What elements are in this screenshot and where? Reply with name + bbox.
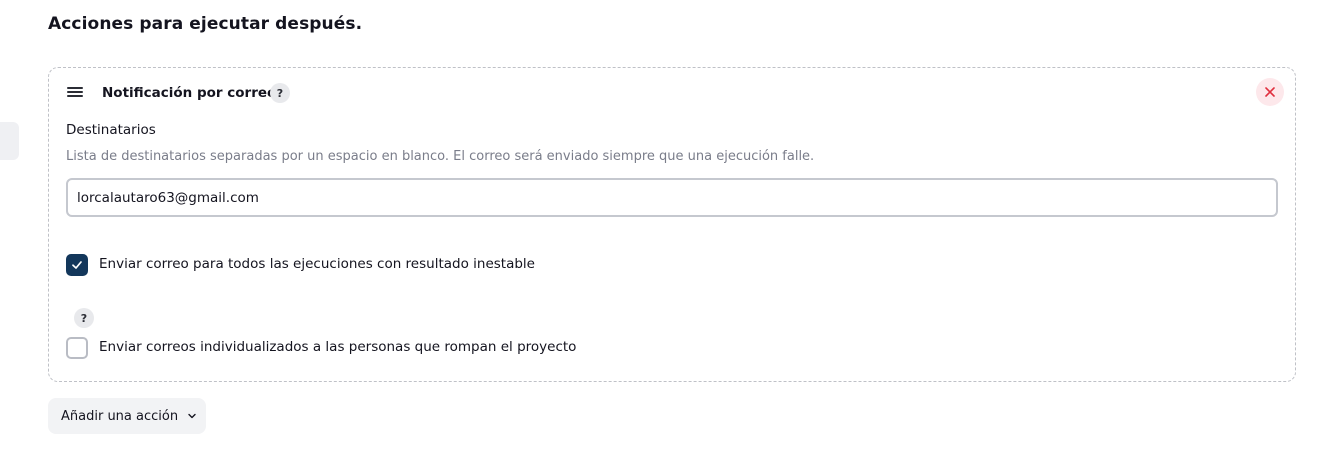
chevron-down-icon [188, 413, 196, 419]
section-title: Acciones para ejecutar después. [48, 14, 363, 34]
add-action-label: Añadir una acción [61, 408, 179, 424]
unstable-builds-checkbox[interactable] [66, 254, 88, 276]
card-title: Notificación por correo [102, 85, 277, 101]
unstable-builds-label[interactable]: Enviar correo para todos las ejecuciones… [99, 256, 535, 272]
individual-emails-label[interactable]: Enviar correos individualizados a las pe… [99, 339, 576, 355]
help-icon[interactable]: ? [74, 308, 94, 328]
email-notification-card: Notificación por correo ? Destinatarios … [48, 67, 1296, 382]
close-icon [1265, 87, 1275, 97]
recipients-description: Lista de destinatarios separadas por un … [66, 149, 815, 164]
close-button[interactable] [1256, 78, 1284, 106]
recipients-input[interactable] [66, 178, 1278, 217]
individual-emails-checkbox[interactable] [66, 337, 88, 359]
sidebar-edge [0, 122, 19, 160]
drag-handle-icon[interactable] [67, 87, 83, 99]
recipients-label: Destinatarios [66, 122, 156, 138]
help-icon[interactable]: ? [270, 83, 290, 103]
check-icon [72, 261, 82, 269]
add-action-button[interactable]: Añadir una acción [48, 398, 206, 434]
